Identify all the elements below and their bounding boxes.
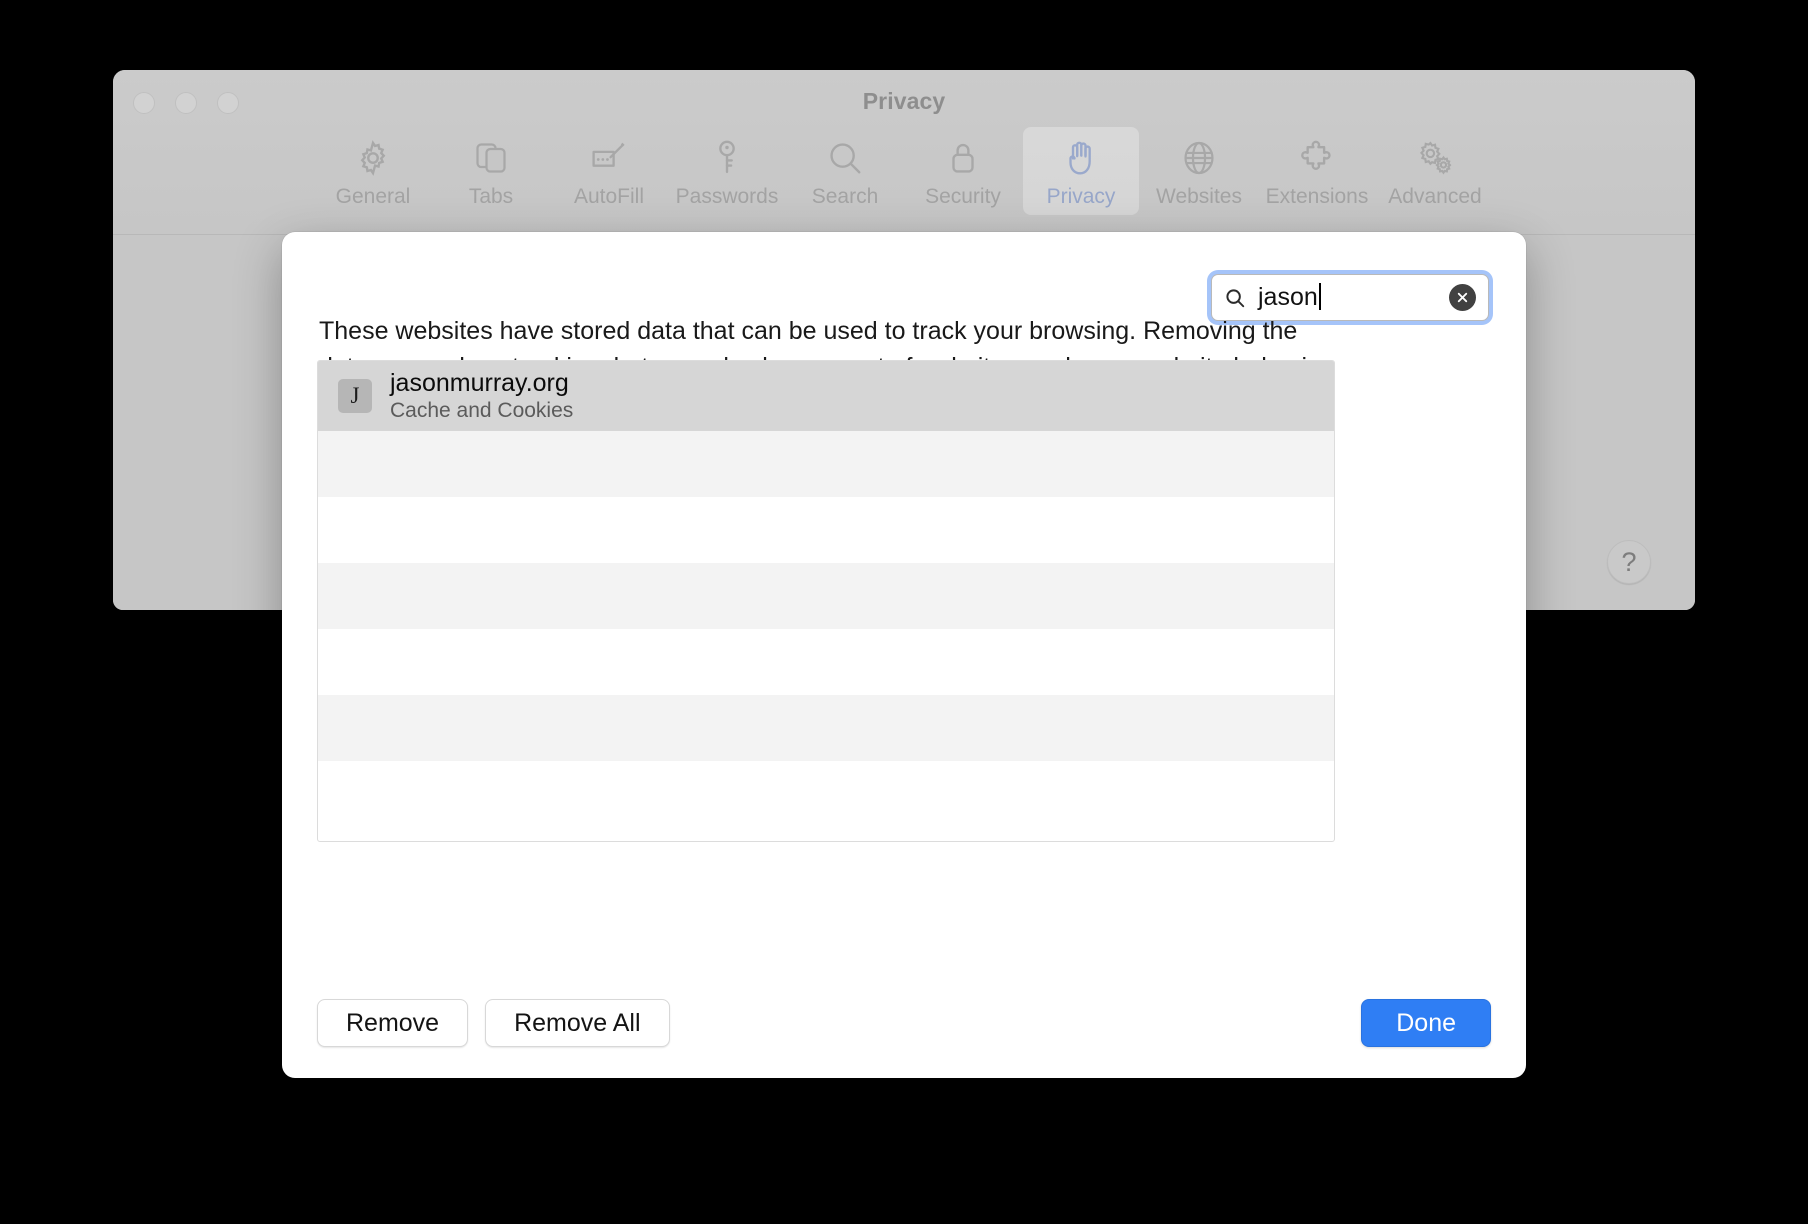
tab-websites[interactable]: Websites (1141, 127, 1257, 215)
clear-search-button[interactable] (1449, 284, 1476, 311)
magnifier-icon (826, 137, 864, 179)
search-icon (1224, 287, 1246, 309)
tab-advanced-label: Advanced (1388, 185, 1482, 208)
sheet-footer: Remove Remove All Done (317, 999, 1491, 1047)
window-title: Privacy (862, 88, 946, 114)
window-titlebar: Privacy General Tabs AutoFill Passwords … (113, 70, 1695, 235)
key-icon (710, 137, 744, 179)
list-item[interactable]: J jasonmurray.org Cache and Cookies (318, 361, 1334, 431)
tab-security[interactable]: Security (905, 127, 1021, 215)
search-input-value: jason (1258, 283, 1318, 311)
puzzle-icon (1298, 137, 1336, 179)
tab-extensions[interactable]: Extensions (1259, 127, 1375, 215)
tab-autofill[interactable]: AutoFill (551, 127, 667, 215)
tab-websites-label: Websites (1156, 185, 1242, 208)
lock-icon (946, 137, 980, 179)
hand-icon (1063, 137, 1099, 179)
favicon-placeholder: J (338, 379, 372, 413)
text-caret (1318, 283, 1321, 310)
search-input[interactable]: jason (1258, 283, 1449, 312)
globe-icon (1180, 137, 1218, 179)
tab-passwords[interactable]: Passwords (669, 127, 785, 215)
preferences-toolbar: General Tabs AutoFill Passwords Search S… (113, 127, 1695, 215)
tab-privacy[interactable]: Privacy (1023, 127, 1139, 215)
tab-tabs[interactable]: Tabs (433, 127, 549, 215)
list-item-subtitle: Cache and Cookies (390, 399, 574, 423)
tab-advanced[interactable]: Advanced (1377, 127, 1493, 215)
list-row-empty (318, 563, 1334, 629)
tab-search[interactable]: Search (787, 127, 903, 215)
tab-extensions-label: Extensions (1265, 185, 1369, 208)
list-item-title: jasonmurray.org (390, 369, 569, 398)
done-button[interactable]: Done (1361, 999, 1491, 1047)
tabs-icon (473, 137, 509, 179)
autofill-icon (589, 137, 629, 179)
gear-icon (354, 137, 392, 179)
list-item-text: jasonmurray.org Cache and Cookies (390, 369, 573, 423)
tab-passwords-label: Passwords (675, 185, 779, 208)
remove-button[interactable]: Remove (317, 999, 469, 1047)
tab-general-label: General (335, 185, 411, 208)
list-row-empty (318, 497, 1334, 563)
help-button[interactable]: ? (1607, 540, 1651, 584)
remove-all-button[interactable]: Remove All (485, 999, 670, 1047)
tab-general[interactable]: General (315, 127, 431, 215)
list-row-empty (318, 431, 1334, 497)
question-mark-icon: ? (1621, 546, 1637, 577)
tab-tabs-label: Tabs (468, 185, 514, 208)
website-data-list[interactable]: J jasonmurray.org Cache and Cookies (317, 360, 1335, 842)
list-row-empty (318, 695, 1334, 761)
list-row-empty (318, 761, 1334, 827)
list-row-empty (318, 629, 1334, 695)
tab-search-label: Search (811, 185, 879, 208)
tab-privacy-label: Privacy (1046, 185, 1116, 208)
double-gear-icon (1415, 137, 1455, 179)
tab-autofill-label: AutoFill (573, 185, 645, 208)
manage-website-data-sheet: jason These websites have stored data th… (282, 232, 1526, 1078)
tab-security-label: Security (925, 185, 1001, 208)
